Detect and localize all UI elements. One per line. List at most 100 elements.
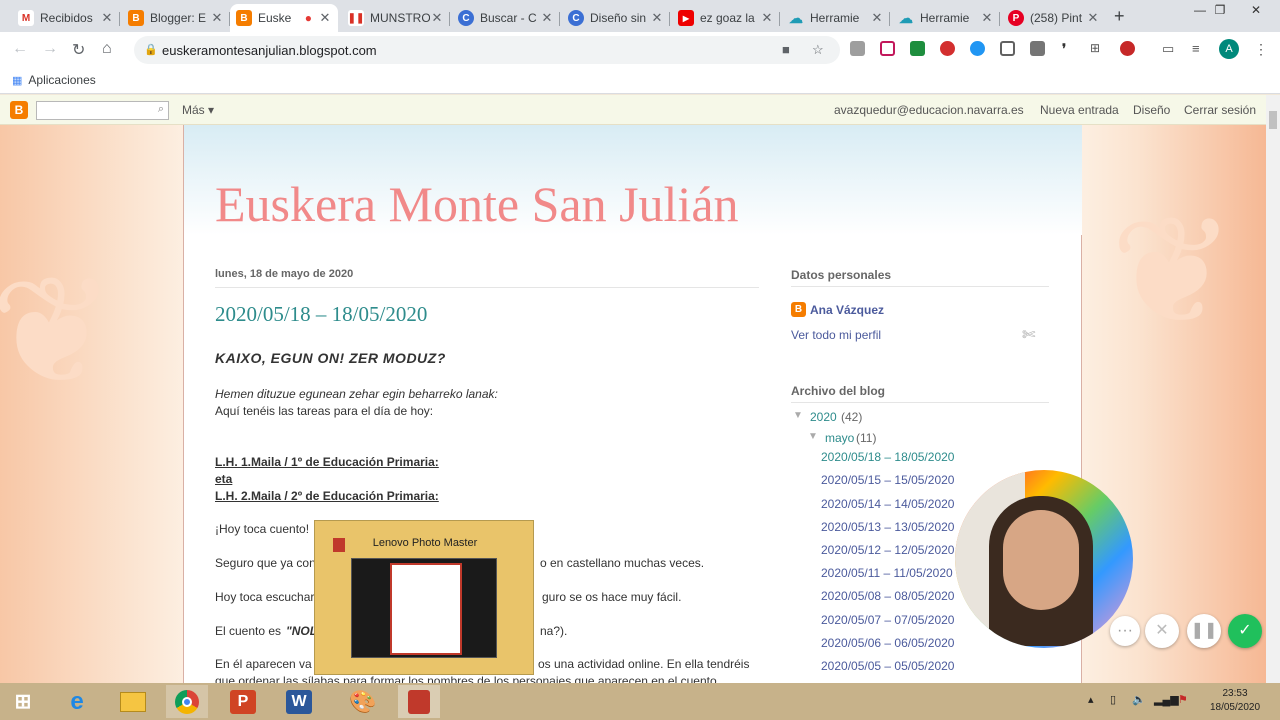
archive-post-link[interactable]: 2020/05/06 – 06/05/2020 (821, 636, 954, 650)
archive-post-link[interactable]: 2020/05/11 – 11/05/2020 (821, 566, 953, 580)
hummingbird-decoration: ❦ (1110, 187, 1236, 355)
url-field[interactable]: 🔒 euskeramontesanjulian.blogspot.com ■ ☆ (134, 36, 840, 64)
close-tab-icon[interactable]: ✕ (210, 10, 224, 26)
record-extension-icon[interactable] (1120, 41, 1135, 56)
classroom-icon[interactable] (910, 41, 925, 56)
menu-kebab-icon[interactable]: ⋮ (1254, 41, 1269, 57)
page-scrollbar[interactable] (1266, 95, 1280, 683)
tab-buscar[interactable]: C Buscar - C ✕ (452, 4, 560, 32)
screenshot-icon[interactable] (1030, 41, 1045, 56)
blogger-logo-icon[interactable]: B (10, 101, 28, 119)
photo-master-icon[interactable] (398, 685, 440, 718)
notification-error-icon[interactable]: ⚑ (1178, 693, 1188, 706)
close-tab-icon[interactable]: ✕ (1086, 10, 1100, 26)
powerpoint-icon[interactable]: P (222, 685, 264, 718)
finish-recording-icon[interactable]: ✓ (1228, 614, 1262, 648)
url-text: euskeramontesanjulian.blogspot.com (162, 43, 377, 58)
cancel-recording-icon[interactable]: ✕ (1145, 614, 1179, 648)
quote-icon[interactable]: ❜ (1062, 41, 1077, 56)
archive-year-link[interactable]: 2020 (810, 410, 837, 424)
puzzle-icon[interactable]: ⊞ (1090, 41, 1105, 56)
blog-title[interactable]: Euskera Monte San Julián (215, 175, 739, 233)
tray-expand-icon[interactable]: ▴ (1088, 693, 1094, 706)
home-icon[interactable]: ⌂ (102, 40, 112, 58)
volume-icon[interactable]: 🔈 (1132, 693, 1146, 706)
new-post-link[interactable]: Nueva entrada (1040, 103, 1119, 117)
back-icon[interactable]: ← (12, 40, 28, 58)
view-profile-link[interactable]: Ver todo mi perfil (791, 328, 881, 342)
tab-munstro[interactable]: ❚❚ MUNSTRO ✕ (342, 4, 450, 32)
archive-post-link[interactable]: 2020/05/12 – 12/05/2020 (821, 543, 954, 557)
paint-icon[interactable]: 🎨 (342, 685, 384, 718)
tab-pinterest[interactable]: P (258) Pint ✕ (1002, 4, 1106, 32)
apps-shortcut[interactable]: ▦ Aplicaciones (12, 73, 96, 87)
tab-youtube[interactable]: ▶ ez goaz la ✕ (672, 4, 780, 32)
archive-month-link[interactable]: mayo (825, 431, 854, 445)
pause-recording-icon[interactable]: ❚❚ (1187, 614, 1221, 648)
close-tab-icon[interactable]: ✕ (540, 10, 554, 26)
archive-post-link[interactable]: 2020/05/14 – 14/05/2020 (821, 497, 954, 511)
cloud-icon: ☁ (789, 9, 803, 26)
more-menu[interactable]: Más ▾ (182, 103, 214, 117)
window-thumbnail[interactable] (351, 558, 497, 658)
file-explorer-icon[interactable] (112, 685, 154, 718)
taskbar-clock[interactable]: 23:53 18/05/2020 (1200, 687, 1270, 715)
archive-post-link[interactable]: 2020/05/18 – 18/05/2020 (821, 450, 954, 464)
search-icon[interactable]: ⌕ (158, 103, 164, 116)
archive-post-link[interactable]: 2020/05/05 – 05/05/2020 (821, 659, 954, 673)
taskbar-preview-popup[interactable]: Lenovo Photo Master (314, 520, 534, 675)
close-tab-icon[interactable]: ✕ (430, 10, 444, 26)
blog-search-input[interactable]: ⌕ (36, 101, 169, 120)
archive-post-link[interactable]: 2020/05/13 – 13/05/2020 (821, 520, 954, 534)
archive-post-link[interactable]: 2020/05/07 – 07/05/2020 (821, 613, 954, 627)
tablet-icon[interactable]: ▯ (1110, 693, 1116, 706)
network-icon[interactable]: ▂▄▆ (1154, 693, 1179, 706)
tab-diseno[interactable]: C Diseño sin ✕ (562, 4, 670, 32)
restore-icon[interactable]: ❐ (1200, 0, 1240, 22)
close-tab-icon[interactable]: ✕ (980, 10, 994, 26)
close-tab-icon[interactable]: ✕ (100, 10, 114, 26)
camera-icon[interactable]: ■ (782, 42, 790, 57)
tab-gmail[interactable]: M Recibidos ✕ (12, 4, 120, 32)
media-queue-icon[interactable]: ≡ (1192, 41, 1207, 56)
new-tab-button[interactable]: + (1114, 6, 1125, 27)
expand-month-icon[interactable]: ▼ (808, 431, 818, 442)
pocket-icon[interactable] (880, 41, 895, 56)
profile-name-link[interactable]: Ana Vázquez (810, 303, 884, 317)
scrollbar-thumb[interactable] (1269, 111, 1277, 129)
post-title[interactable]: 2020/05/18 – 18/05/2020 (215, 302, 427, 327)
logout-link[interactable]: Cerrar sesión (1184, 103, 1256, 117)
more-options-icon[interactable]: ··· (1110, 616, 1140, 646)
sync-extension-icon[interactable] (970, 41, 985, 56)
internet-explorer-icon[interactable]: e (56, 685, 98, 718)
close-window-icon[interactable]: ✕ (1236, 0, 1276, 22)
webcam-bubble[interactable] (955, 470, 1133, 648)
reload-icon[interactable]: ↻ (72, 40, 85, 60)
reader-icon[interactable] (1000, 41, 1015, 56)
adblock-icon[interactable] (940, 41, 955, 56)
close-tab-icon[interactable]: ✕ (760, 10, 774, 26)
tab-label: Recibidos (40, 11, 93, 25)
close-tab-icon[interactable]: ✕ (318, 10, 332, 26)
extension-icon[interactable] (850, 41, 865, 56)
windows-start-icon[interactable]: ⊞ (2, 685, 44, 718)
tab-herramientas-2[interactable]: ☁ Herramie ✕ (892, 4, 1000, 32)
edit-tools-icon[interactable]: ✄ (1022, 325, 1035, 345)
close-tab-icon[interactable]: ✕ (870, 10, 884, 26)
tab-herramientas-1[interactable]: ☁ Herramie ✕ (782, 4, 890, 32)
canva-icon: C (458, 10, 474, 26)
profile-avatar[interactable]: A (1219, 39, 1239, 59)
expand-year-icon[interactable]: ▼ (793, 410, 803, 421)
word-icon[interactable]: W (278, 685, 320, 718)
tab-blogger[interactable]: B Blogger: E ✕ (122, 4, 230, 32)
forward-icon[interactable]: → (42, 40, 58, 58)
chrome-icon[interactable] (166, 685, 208, 718)
archive-post-link[interactable]: 2020/05/08 – 08/05/2020 (821, 589, 954, 603)
grade-heading-2: L.H. 2.Maila / 2º de Educación Primaria: (215, 489, 439, 503)
archive-post-link[interactable]: 2020/05/15 – 15/05/2020 (821, 473, 954, 487)
design-link[interactable]: Diseño (1133, 103, 1170, 117)
bookmark-star-icon[interactable]: ☆ (812, 42, 824, 58)
tab-euskera-active[interactable]: B Euske ● ✕ (230, 4, 338, 32)
cast-icon[interactable]: ▭ (1162, 41, 1177, 56)
close-tab-icon[interactable]: ✕ (650, 10, 664, 26)
